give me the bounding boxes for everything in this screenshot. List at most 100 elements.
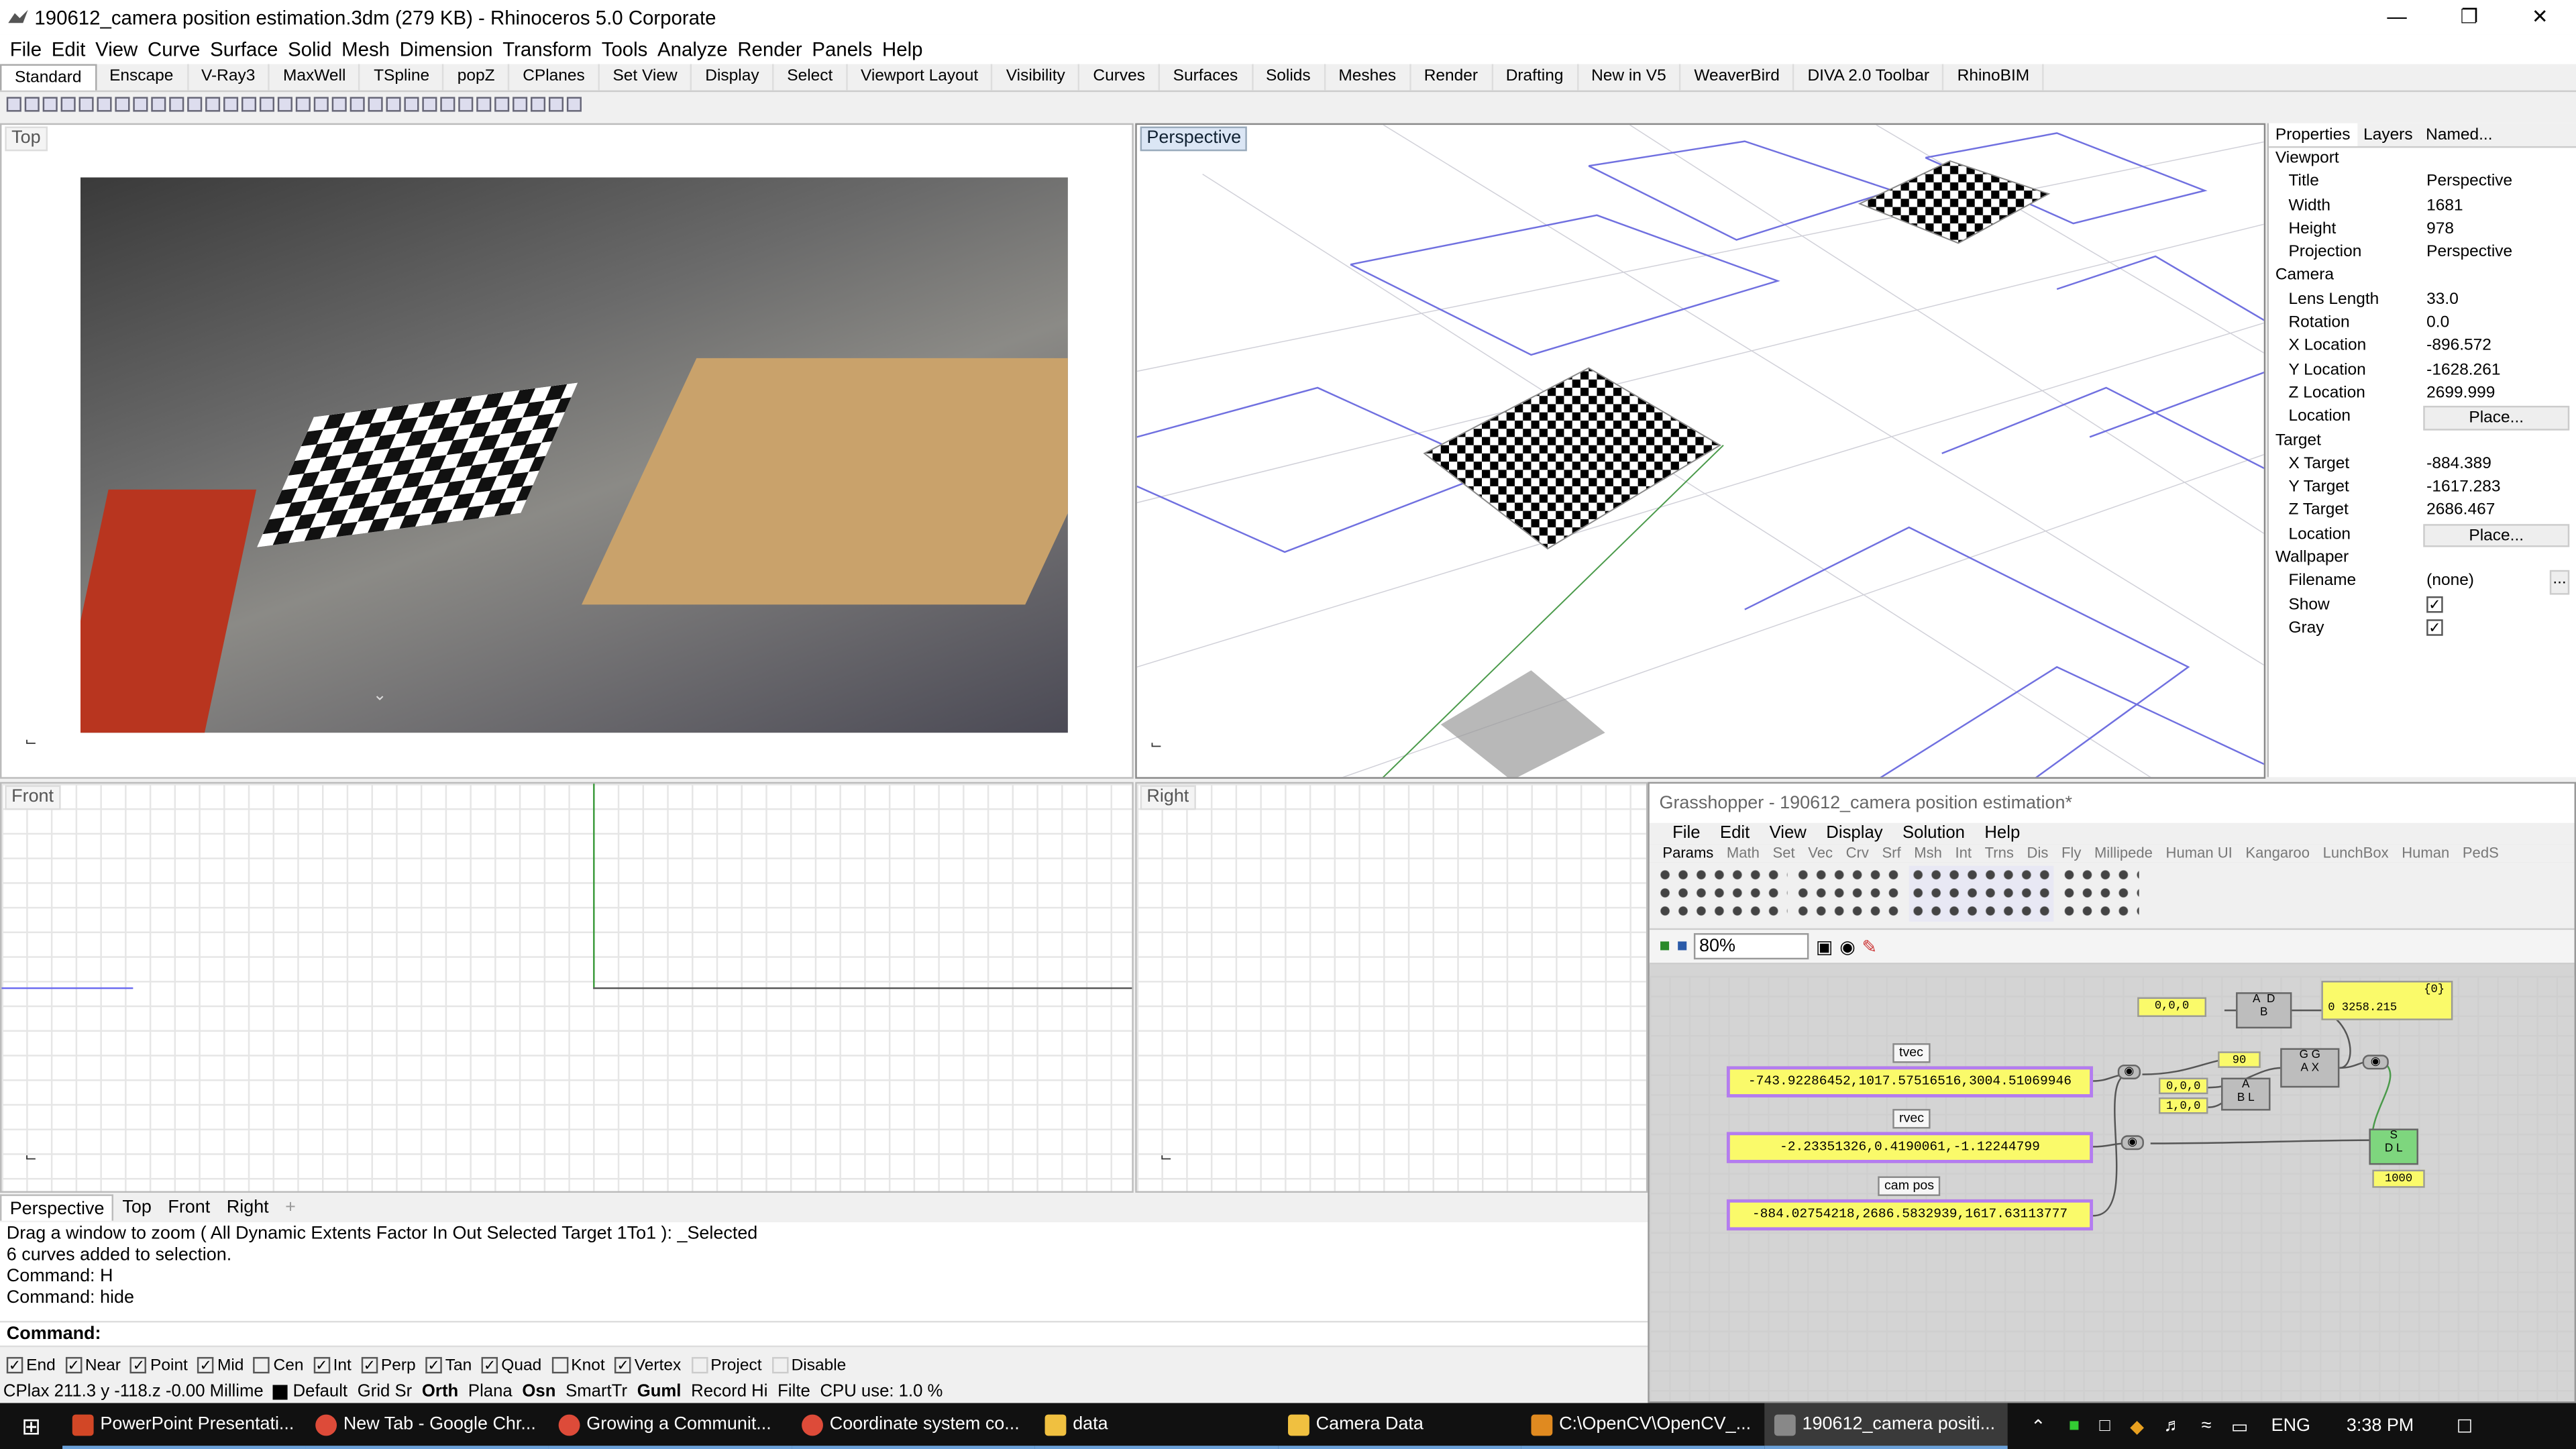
gh-menu-view[interactable]: View — [1760, 823, 1817, 845]
top-viewport[interactable]: Top ⌄ ⌙ — [0, 123, 1134, 779]
osnap-mid[interactable]: ✓ Mid — [197, 1356, 244, 1375]
tab-weaverbird[interactable]: WeaverBird — [1681, 64, 1794, 91]
hide-icon[interactable] — [350, 96, 365, 111]
tab-rhinobim[interactable]: RhinoBIM — [1944, 64, 2045, 91]
viewport-label-top[interactable]: Top — [5, 126, 48, 152]
line-sdl-component[interactable]: SD L — [2369, 1128, 2418, 1165]
rotation-field[interactable]: 0.0 — [2423, 313, 2576, 336]
viewtab-perspective[interactable]: Perspective — [0, 1194, 115, 1221]
show-hidden-icons-icon[interactable]: ⌃ — [2031, 1415, 2046, 1436]
battery-icon[interactable]: ▭ — [2231, 1415, 2248, 1436]
taskbar-chrome-coordinate[interactable]: Coordinate system co... — [792, 1403, 1035, 1449]
viewport-label-perspective[interactable]: Perspective — [1140, 126, 1248, 152]
gh-open-icon[interactable]: ■ — [1659, 936, 1670, 956]
gh-tab-crv[interactable]: Crv — [1839, 845, 1876, 863]
shield-icon[interactable]: ◆ — [2130, 1415, 2144, 1436]
gh-tab-lunchbox[interactable]: LunchBox — [2316, 845, 2396, 863]
cplane-icon[interactable] — [313, 96, 329, 111]
zero-vector-panel[interactable]: 0,0,0 — [2158, 1077, 2208, 1095]
distance-component[interactable]: A DB — [2236, 992, 2292, 1029]
osnap-project[interactable]: Project — [690, 1356, 762, 1375]
gh-tab-human[interactable]: Human — [2395, 845, 2456, 863]
menu-help[interactable]: Help — [877, 34, 928, 64]
taskbar-powerpoint[interactable]: PowerPoint Presentati... — [62, 1403, 306, 1449]
gh-menu-edit[interactable]: Edit — [1710, 823, 1760, 845]
y-location-field[interactable]: -1628.261 — [2423, 360, 2576, 383]
primitive-icons[interactable] — [1794, 865, 1902, 922]
zoom-select[interactable]: 80% — [1694, 933, 1810, 960]
gh-tab-human-ui[interactable]: Human UI — [2159, 845, 2239, 863]
ortho-toggle[interactable]: Orth — [422, 1380, 458, 1403]
osnap-int[interactable]: ✓ Int — [313, 1356, 352, 1375]
width-field[interactable]: 1681 — [2423, 195, 2576, 218]
rotate-view-icon[interactable] — [187, 96, 203, 111]
gh-save-icon[interactable]: ■ — [1677, 936, 1688, 956]
properties-icon[interactable] — [422, 96, 437, 111]
gh-tab-dis[interactable]: Dis — [2021, 845, 2055, 863]
vector-param-tvec[interactable]: ◉ — [2117, 1064, 2141, 1079]
osnap-disable[interactable]: Disable — [771, 1356, 846, 1375]
gh-tab-peds[interactable]: PedS — [2456, 845, 2506, 863]
viewtab-top[interactable]: Top — [114, 1194, 160, 1220]
show-checkbox[interactable]: ✓ — [2426, 596, 2443, 612]
taskbar-camera-data-folder[interactable]: Camera Data — [1278, 1403, 1521, 1449]
osnap-end[interactable]: ✓ End — [6, 1356, 56, 1375]
point-param[interactable]: ◉ — [2362, 1055, 2389, 1070]
wifi-icon[interactable]: ≈ — [2202, 1416, 2212, 1436]
export-icon[interactable] — [78, 96, 94, 111]
target-place-button[interactable]: Place... — [2423, 523, 2570, 547]
title-field[interactable]: Perspective — [2423, 171, 2576, 195]
osnap-knot[interactable]: Knot — [551, 1356, 605, 1375]
select-icon[interactable] — [331, 96, 347, 111]
gray-checkbox[interactable]: ✓ — [2426, 619, 2443, 636]
distance-output-panel[interactable]: {0} 0 3258.215 — [2321, 981, 2453, 1020]
camera-place-button[interactable]: Place... — [2423, 406, 2570, 430]
menu-solid[interactable]: Solid — [283, 34, 337, 64]
close-icon[interactable]: ✕ — [2504, 0, 2576, 34]
gh-tab-msh[interactable]: Msh — [1907, 845, 1948, 863]
filter-toggle[interactable]: Filte — [777, 1380, 810, 1403]
tab-popz[interactable]: popZ — [444, 64, 510, 91]
tab-meshes[interactable]: Meshes — [1326, 64, 1411, 91]
zoom-extents-icon[interactable]: ▣ — [1816, 936, 1833, 957]
gh-menu-solution[interactable]: Solution — [1892, 823, 1974, 845]
command-input[interactable]: Command: — [0, 1320, 1648, 1348]
tab-standard[interactable]: Standard — [0, 64, 97, 91]
preview-eye-icon[interactable]: ◉ — [1839, 936, 1856, 957]
browse-button[interactable]: ... — [2549, 570, 2570, 594]
osnap-toggle[interactable]: Osn — [522, 1380, 555, 1403]
menu-surface[interactable]: Surface — [205, 34, 283, 64]
taskbar-chrome-newtab[interactable]: New Tab - Google Chr... — [305, 1403, 549, 1449]
perspective-viewport[interactable]: Perspective ⌙ — [1135, 123, 2266, 779]
paste-icon[interactable] — [133, 96, 148, 111]
properties-tab[interactable]: Properties — [2269, 123, 2357, 146]
rvec-panel[interactable]: -2.23351326,0.4190061,-1.12244799 — [1726, 1132, 2094, 1163]
named-views-tab[interactable]: Named... — [2419, 123, 2499, 146]
menu-edit[interactable]: Edit — [46, 34, 90, 64]
lens-field[interactable]: 33.0 — [2423, 288, 2576, 312]
menu-analyze[interactable]: Analyze — [653, 34, 733, 64]
taskbar-rhino[interactable]: 190612_camera positi... — [1764, 1403, 2008, 1449]
projection-select[interactable]: Perspective — [2423, 241, 2576, 265]
clock[interactable]: 3:38 PM — [2347, 1416, 2414, 1436]
help-icon[interactable] — [566, 96, 582, 111]
gh-tab-vec[interactable]: Vec — [1801, 845, 1839, 863]
viewport-label-front[interactable]: Front — [5, 785, 60, 810]
vector-param-rvec[interactable]: ◉ — [2121, 1135, 2144, 1150]
layers-tab[interactable]: Layers — [2357, 123, 2419, 146]
open-file-icon[interactable] — [24, 96, 40, 111]
tvec-panel[interactable]: -743.92286452,1017.57516516,3004.5106994… — [1726, 1066, 2094, 1097]
x-target-field[interactable]: -884.389 — [2423, 453, 2576, 477]
zoom-window-icon[interactable] — [223, 96, 239, 111]
gh-tab-trns[interactable]: Trns — [1978, 845, 2021, 863]
tab-render[interactable]: Render — [1411, 64, 1493, 91]
security-icon[interactable]: ■ — [2069, 1416, 2080, 1436]
osnap-perp[interactable]: ✓ Perp — [361, 1356, 416, 1375]
viewtab-front[interactable]: Front — [160, 1194, 218, 1220]
viewport-label-right[interactable]: Right — [1140, 785, 1196, 810]
gh-tab-fly[interactable]: Fly — [2055, 845, 2088, 863]
shade-icon[interactable] — [458, 96, 474, 111]
osnap-quad[interactable]: ✓ Quad — [481, 1356, 541, 1375]
tablet-icon[interactable]: □ — [2100, 1416, 2110, 1436]
tab-select[interactable]: Select — [774, 64, 848, 91]
